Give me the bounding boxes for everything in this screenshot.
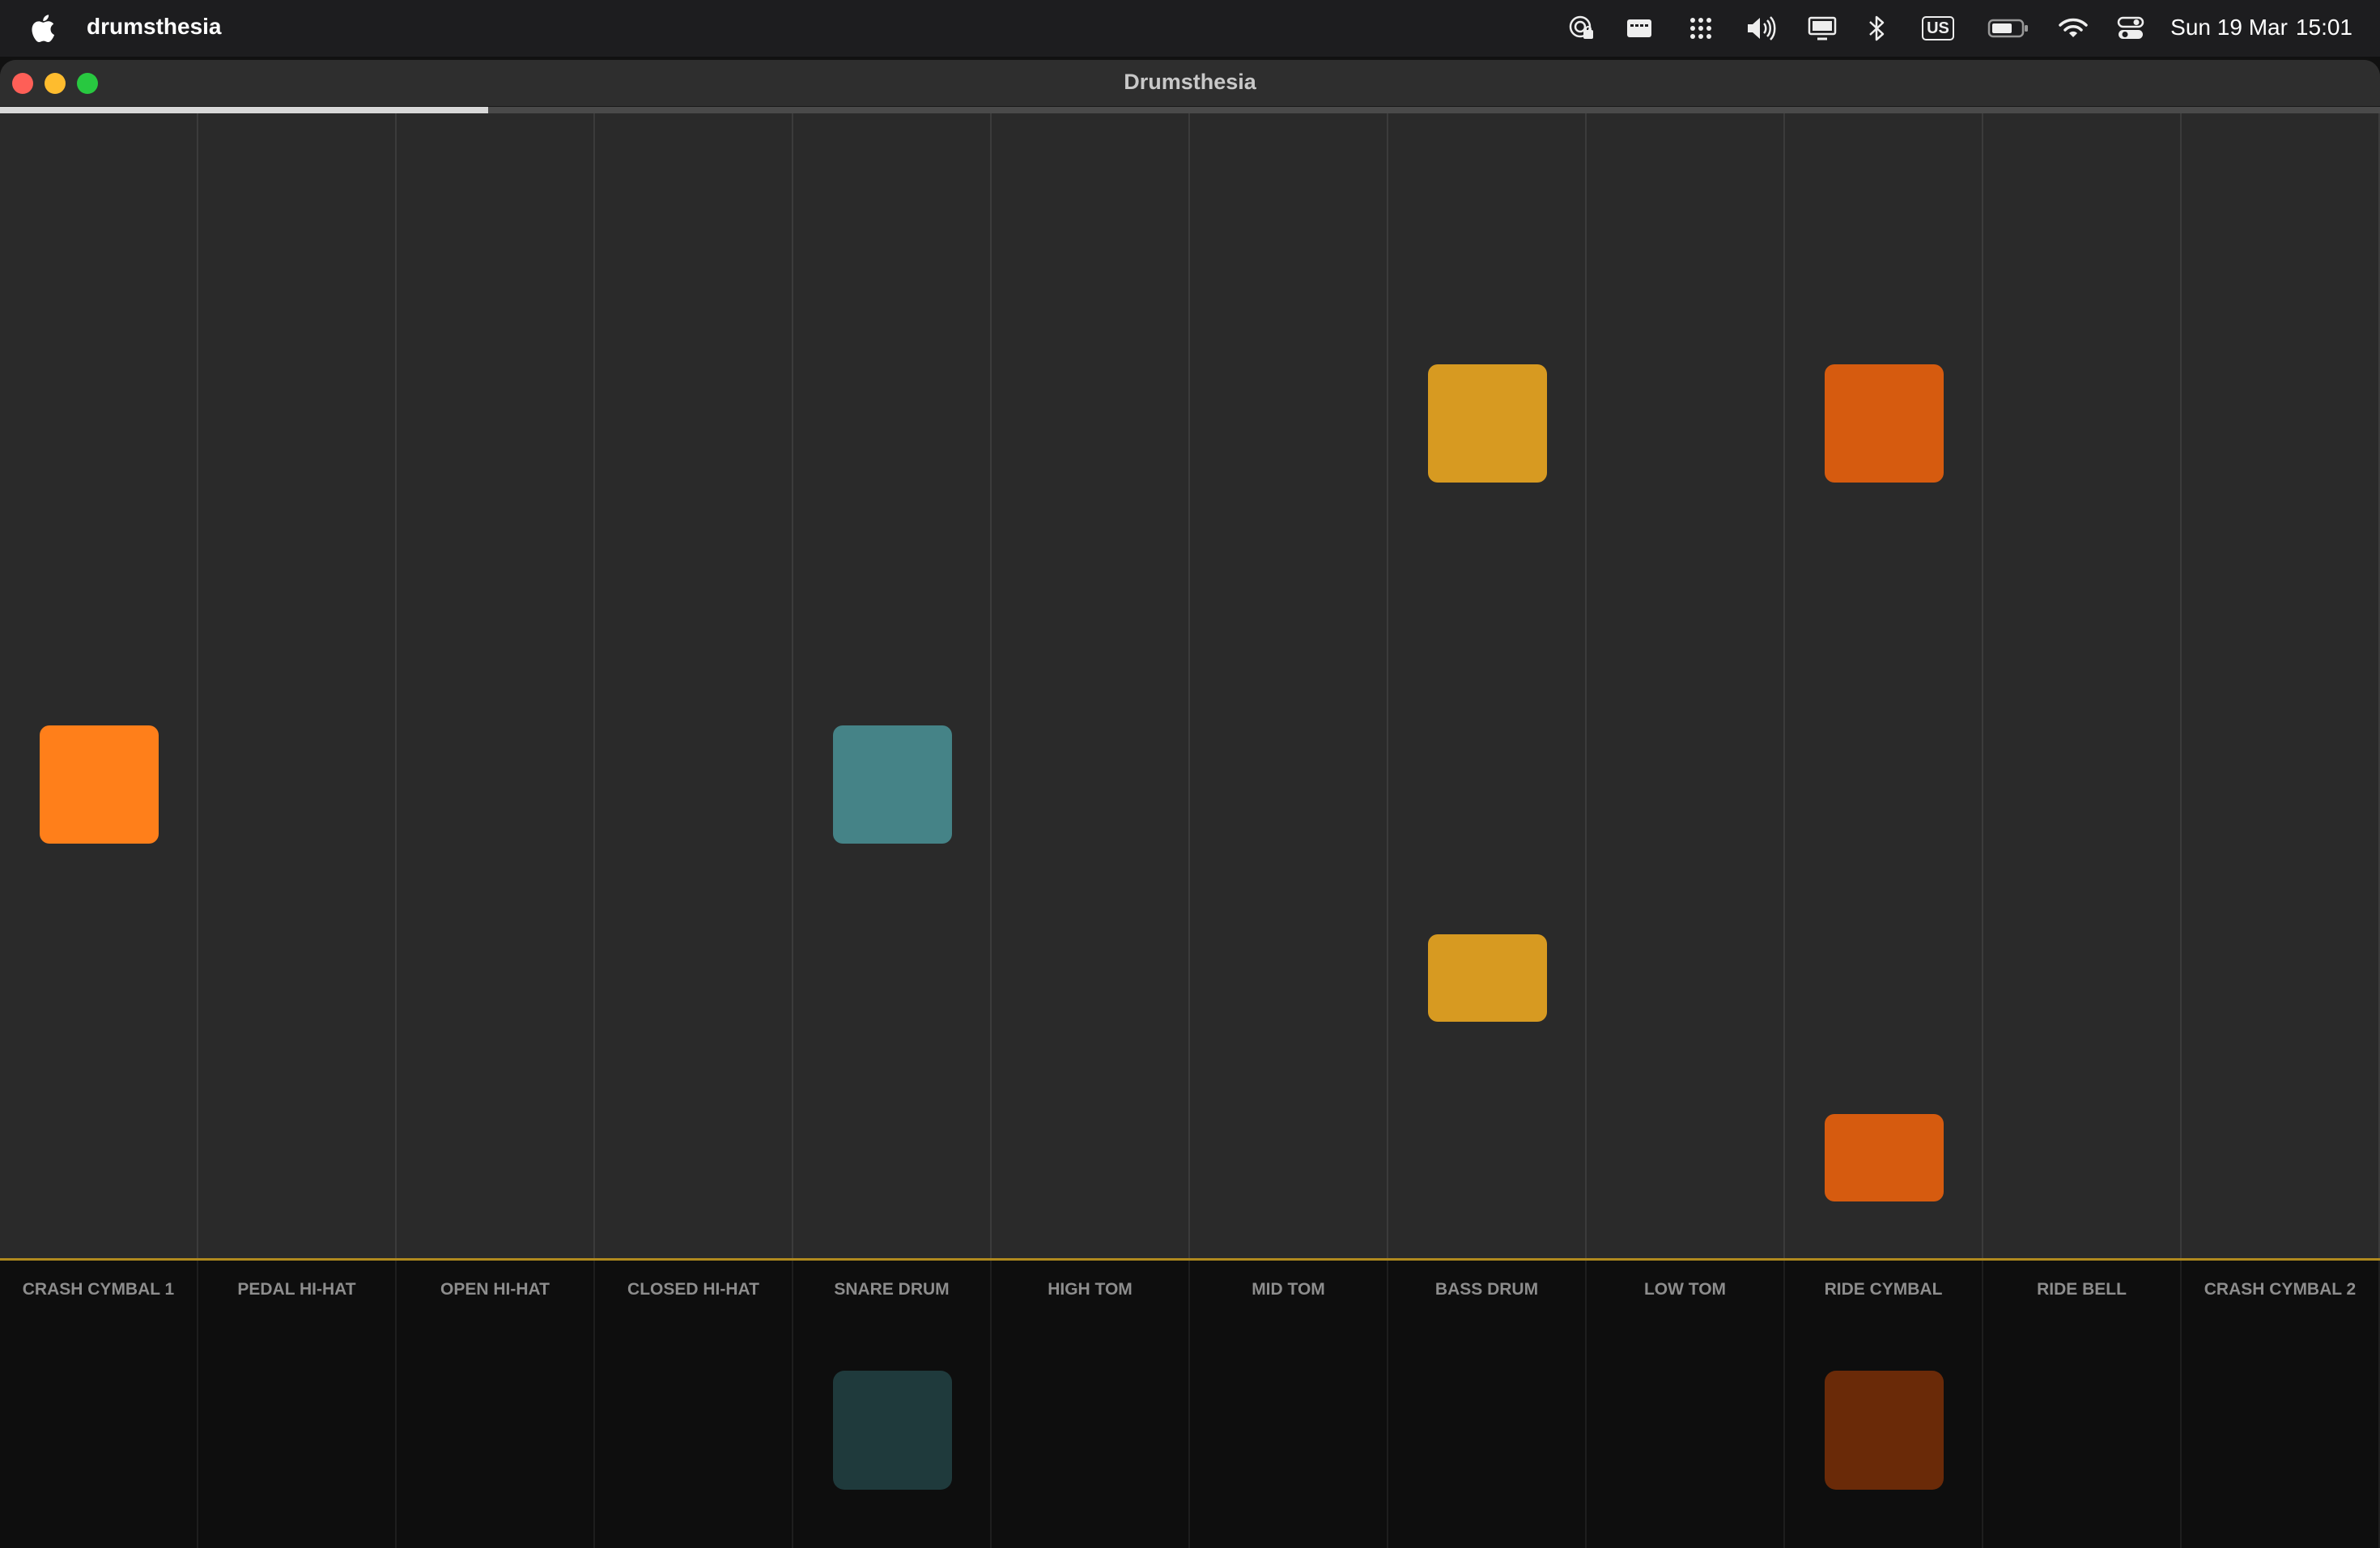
pad-label: CRASH CYMBAL 1 bbox=[22, 1280, 175, 1299]
note-bass-drum bbox=[1428, 364, 1547, 483]
pad-label: BASS DRUM bbox=[1434, 1280, 1539, 1299]
pad-column-mid-tom[interactable]: MID TOM bbox=[1190, 1261, 1388, 1548]
app-window: Drumsthesia CRASH CYMBAL 1 PEDAL HI-HAT OP… bbox=[0, 60, 2380, 1548]
note-ride-cymbal bbox=[1825, 1114, 1944, 1201]
pad-label: OPEN HI-HAT bbox=[440, 1280, 550, 1299]
pad-label: HIGH TOM bbox=[1048, 1280, 1133, 1299]
pad-column-ride-bell[interactable]: RIDE BELL bbox=[1983, 1261, 2182, 1548]
lane-crash-cymbal-1 bbox=[0, 113, 198, 1258]
bluetooth-icon[interactable] bbox=[1867, 13, 1886, 44]
pad-label: MID TOM bbox=[1252, 1280, 1325, 1299]
lane-pedal-hi-hat bbox=[198, 113, 397, 1258]
menubar-clock[interactable]: Sun 19 Mar 15:01 bbox=[2162, 15, 2352, 40]
wifi-icon[interactable] bbox=[2058, 13, 2089, 44]
lane-snare-drum bbox=[793, 113, 992, 1258]
pad-label: RIDE BELL bbox=[2037, 1280, 2127, 1299]
window-title: Drumsthesia bbox=[1124, 70, 1256, 94]
note-bass-drum bbox=[1428, 934, 1547, 1022]
keyboard-layout-label: US bbox=[1922, 16, 1954, 40]
lane-low-tom bbox=[1587, 113, 1785, 1258]
note-snare-drum bbox=[833, 725, 952, 844]
app-menu-name[interactable]: drumsthesia bbox=[87, 14, 222, 40]
clock-time: 15:01 bbox=[2295, 15, 2352, 40]
pad-column-crash-cymbal-2[interactable]: CRASH CYMBAL 2 bbox=[2182, 1261, 2380, 1548]
clock-date: Sun 19 Mar bbox=[2170, 15, 2288, 40]
note-highway bbox=[0, 113, 2380, 1258]
control-center-icon[interactable] bbox=[2116, 13, 2145, 44]
pad-label: RIDE CYMBAL bbox=[1824, 1280, 1943, 1299]
menu-bar: drumsthesia US Sun 19 Mar 15:01 bbox=[0, 0, 2380, 57]
lane-open-hi-hat bbox=[397, 113, 595, 1258]
display-icon[interactable] bbox=[1626, 13, 1653, 44]
drum-pad-snare-drum[interactable] bbox=[833, 1371, 952, 1490]
pad-column-open-hi-hat[interactable]: OPEN HI-HAT bbox=[397, 1261, 595, 1548]
airdrop-lock-icon[interactable] bbox=[1567, 13, 1596, 44]
lane-bass-drum bbox=[1388, 113, 1587, 1258]
pad-label: CRASH CYMBAL 2 bbox=[2204, 1280, 2357, 1299]
pad-label: CLOSED HI-HAT bbox=[627, 1280, 759, 1299]
pad-column-high-tom[interactable]: HIGH TOM bbox=[992, 1261, 1190, 1548]
note-ride-cymbal bbox=[1825, 364, 1944, 483]
playback-progress-fill bbox=[0, 107, 488, 113]
apple-icon[interactable] bbox=[31, 15, 55, 42]
playback-progress-bar[interactable] bbox=[0, 107, 2380, 113]
lane-closed-hi-hat bbox=[595, 113, 793, 1258]
pad-column-closed-hi-hat[interactable]: CLOSED HI-HAT bbox=[595, 1261, 793, 1548]
pad-column-ride-cymbal[interactable]: RIDE CYMBAL bbox=[1785, 1261, 1983, 1548]
keyboard-layout-icon[interactable]: US bbox=[1920, 13, 1956, 44]
lane-mid-tom bbox=[1190, 113, 1388, 1258]
screen-mirroring-icon[interactable] bbox=[1807, 13, 1838, 44]
volume-icon[interactable] bbox=[1745, 13, 1778, 44]
pad-label: SNARE DRUM bbox=[834, 1280, 950, 1299]
pad-label: LOW TOM bbox=[1643, 1280, 1727, 1299]
lane-high-tom bbox=[992, 113, 1190, 1258]
lane-ride-bell bbox=[1983, 113, 2182, 1258]
battery-icon[interactable] bbox=[1987, 13, 2030, 44]
drum-pad-ride-cymbal[interactable] bbox=[1825, 1371, 1944, 1490]
drum-pad-row: CRASH CYMBAL 1 PEDAL HI-HAT OPEN HI-HAT CLO… bbox=[0, 1261, 2380, 1548]
pad-label: PEDAL HI-HAT bbox=[237, 1280, 356, 1299]
pad-column-bass-drum[interactable]: BASS DRUM bbox=[1388, 1261, 1587, 1548]
note-crash-cymbal-1 bbox=[40, 725, 159, 844]
pad-column-snare-drum[interactable]: SNARE DRUM bbox=[793, 1261, 992, 1548]
lane-crash-cymbal-2 bbox=[2182, 113, 2380, 1258]
pad-column-low-tom[interactable]: LOW TOM bbox=[1587, 1261, 1785, 1548]
pad-column-pedal-hi-hat[interactable]: PEDAL HI-HAT bbox=[198, 1261, 397, 1548]
lane-ride-cymbal bbox=[1785, 113, 1983, 1258]
window-titlebar[interactable]: Drumsthesia bbox=[0, 60, 2380, 107]
pad-column-crash-cymbal-1[interactable]: CRASH CYMBAL 1 bbox=[0, 1261, 198, 1548]
launchpad-icon[interactable] bbox=[1687, 13, 1715, 44]
